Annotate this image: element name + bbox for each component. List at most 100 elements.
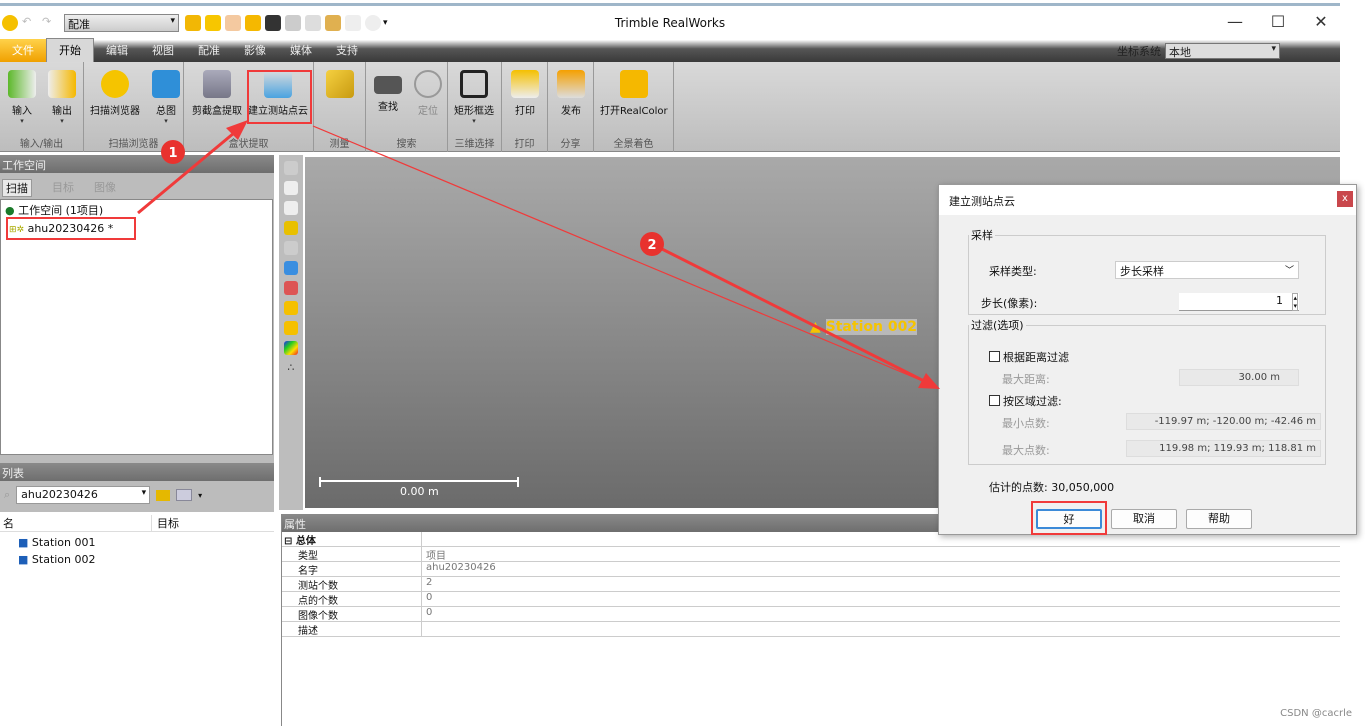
tab-registration[interactable]: 配准 <box>186 39 232 62</box>
property-row[interactable]: 类型 项目 <box>282 547 1340 562</box>
ok-button[interactable]: 好 <box>1036 509 1102 529</box>
max-label: 最大点数: <box>1002 444 1050 457</box>
scan-browser-button[interactable]: 扫描浏览器 <box>90 70 140 117</box>
list-header: 列表 <box>0 463 274 481</box>
tab-imaging[interactable]: 影像 <box>232 39 278 62</box>
tab-edit[interactable]: 编辑 <box>94 39 140 62</box>
property-row[interactable]: 名字 ahu20230426 <box>282 562 1340 577</box>
publish-button[interactable]: 发布 <box>557 70 585 117</box>
tab-images[interactable]: 图像 <box>80 179 116 197</box>
distance-filter-checkbox[interactable]: 根据距离过滤 <box>989 349 1069 365</box>
min-field[interactable]: -119.97 m; -120.00 m; -42.46 m <box>1126 413 1321 430</box>
fit-icon[interactable] <box>284 241 298 255</box>
group-label: 输入/输出 <box>19 139 64 150</box>
coord-select[interactable]: 本地 <box>1165 43 1280 59</box>
tag-icon[interactable] <box>225 15 241 31</box>
print-button[interactable]: 打印 <box>511 70 539 117</box>
col-name[interactable]: 名 <box>0 515 152 531</box>
display-icon[interactable] <box>284 281 298 295</box>
zoom-extent-icon[interactable] <box>284 221 298 235</box>
col-target[interactable]: 目标 <box>152 515 179 531</box>
ruler-icon[interactable] <box>325 15 341 31</box>
close-button[interactable]: ✕ <box>1306 12 1336 31</box>
overview-button[interactable]: 总图 ▾ <box>152 70 180 125</box>
tab-home[interactable]: 开始 <box>46 38 94 62</box>
clip-box-icon <box>203 70 231 98</box>
app-title: Trimble RealWorks <box>614 16 726 30</box>
measure-button[interactable] <box>326 70 354 102</box>
list-columns: 名 目标 <box>0 512 274 532</box>
find-icon <box>374 76 402 94</box>
save-icon[interactable] <box>265 15 281 31</box>
tab-view[interactable]: 视图 <box>140 39 186 62</box>
tab-media[interactable]: 媒体 <box>278 39 324 62</box>
clip-box-extract-button[interactable]: 剪截盒提取 <box>192 70 242 117</box>
maximize-button[interactable]: ☐ <box>1263 12 1293 31</box>
open-realcolor-button[interactable]: 打开RealColor <box>600 70 668 117</box>
coordinate-system: 坐标系统 本地 <box>1117 43 1280 59</box>
undo-icon[interactable]: ↶ <box>22 15 38 31</box>
max-distance-spinner[interactable]: 30.00 m <box>1179 369 1299 386</box>
group-3d-select: 矩形框选 ▾ 三维选择 <box>448 62 502 152</box>
export-button[interactable]: 输出 ▾ <box>48 70 76 125</box>
max-field[interactable]: 119.98 m; 119.93 m; 118.81 m <box>1126 440 1321 457</box>
locate-button[interactable]: 定位 <box>414 70 442 117</box>
document-icon[interactable] <box>285 15 301 31</box>
folder-icon[interactable] <box>156 489 171 501</box>
list-item[interactable]: ■ Station 002 <box>0 551 274 570</box>
dialog-close-button[interactable]: x <box>1337 191 1353 207</box>
import-button[interactable]: 输入 ▾ <box>8 70 36 125</box>
color-map-icon[interactable] <box>284 341 298 355</box>
search-icon[interactable] <box>205 15 221 31</box>
property-row[interactable]: 点的个数 0 <box>282 592 1340 607</box>
label: 打开RealColor <box>600 106 668 117</box>
property-row[interactable]: 测站个数 2 <box>282 577 1340 592</box>
label: 定位 <box>418 106 438 117</box>
tab-support[interactable]: 支持 <box>324 39 370 62</box>
station-toggle-icon[interactable] <box>284 301 298 315</box>
group-label: 三维选择 <box>454 139 495 150</box>
rect-select-button[interactable]: 矩形框选 ▾ <box>454 70 494 125</box>
open-icon[interactable] <box>185 15 201 31</box>
label: 扫描浏览器 <box>90 106 140 117</box>
tree-root[interactable]: ● 工作空间 (1项目) <box>1 200 272 220</box>
tab-file[interactable]: 文件 <box>0 39 46 62</box>
label: 总图 <box>156 106 176 117</box>
step-spinner[interactable]: 1 ▴ ▾ <box>1179 293 1299 311</box>
box-icon[interactable] <box>284 261 298 275</box>
list-filter-combo[interactable]: ahu20230426 ▾ <box>16 486 151 504</box>
camera-icon[interactable] <box>245 15 261 31</box>
help-button[interactable]: 帮助 <box>1186 509 1252 529</box>
view-icon[interactable] <box>176 489 193 501</box>
label-toggle-icon[interactable] <box>284 321 298 335</box>
region-filter-checkbox[interactable]: 按区域过滤: <box>989 393 1062 409</box>
mode-combo[interactable]: 配准 <box>64 14 179 32</box>
tree-project[interactable]: ⊞✲ ahu20230426 * <box>1 220 272 237</box>
realcolor-icon <box>619 70 648 98</box>
sampling-group: 采样 采样类型: 步长采样 ﹀ 步长(像素): 1 ▴ ▾ <box>968 227 1326 315</box>
cancel-button[interactable]: 取消 <box>1111 509 1177 529</box>
pan-hand-icon[interactable] <box>284 181 298 195</box>
station-cloud-icon <box>264 70 292 98</box>
group-label: 分享 <box>560 139 581 150</box>
property-row[interactable]: 描述 <box>282 622 1340 637</box>
view-cube-icon[interactable] <box>284 201 298 215</box>
redo-icon[interactable]: ↷ <box>42 15 58 31</box>
workspace-tabs: 扫描 目标 图像 <box>0 173 274 197</box>
page-icon[interactable] <box>305 15 321 31</box>
customize-icon[interactable]: ▾ <box>383 18 388 28</box>
find-button[interactable]: 查找 <box>374 70 402 113</box>
orbit-icon[interactable] <box>284 161 298 175</box>
disable-icon[interactable] <box>365 15 381 31</box>
station-marker[interactable]: ▲ Station 002 <box>810 319 918 335</box>
minimize-button[interactable]: — <box>1220 12 1250 31</box>
sampling-type-select[interactable]: 步长采样 ﹀ <box>1115 261 1299 279</box>
pen-icon[interactable] <box>345 15 361 31</box>
points-icon[interactable]: ∴ <box>284 361 298 375</box>
property-row[interactable]: 图像个数 0 <box>282 607 1340 622</box>
tab-targets[interactable]: 目标 <box>38 179 74 197</box>
create-station-cloud-button[interactable]: 建立测站点云 <box>248 70 308 117</box>
tab-scans[interactable]: 扫描 <box>2 179 32 197</box>
list-item[interactable]: ■ Station 001 <box>0 532 274 551</box>
app-menu-icon[interactable] <box>2 15 18 31</box>
